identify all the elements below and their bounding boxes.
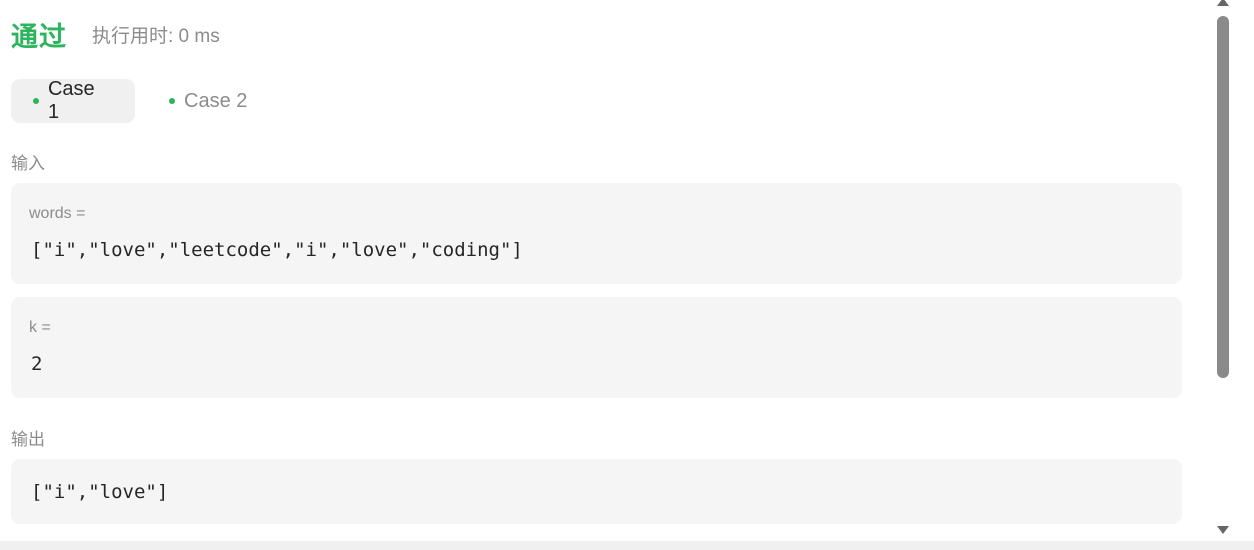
pass-dot-icon: [33, 98, 39, 104]
bottom-strip: [0, 541, 1254, 550]
param-box-words: words = ["i","love","leetcode","i","love…: [11, 183, 1182, 284]
runtime-text: 执行用时: 0 ms: [92, 25, 220, 47]
output-box: ["i","love"]: [11, 459, 1182, 524]
output-label: 输出: [11, 430, 45, 449]
scroll-up-arrow-icon[interactable]: [1215, 0, 1231, 8]
pass-dot-icon: [169, 98, 175, 104]
param-value[interactable]: ["i","love","leetcode","i","love","codin…: [31, 239, 523, 261]
result-panel: 通过 执行用时: 0 ms Case 1 Case 2 输入 words = […: [0, 0, 1212, 541]
param-value[interactable]: 2: [31, 353, 42, 375]
case-tabs: Case 1 Case 2: [11, 78, 283, 123]
case-tab-label: Case 2: [184, 89, 248, 112]
scrollbar-thumb[interactable]: [1217, 16, 1229, 378]
status-title: 通过: [11, 21, 67, 52]
param-box-k: k = 2: [11, 297, 1182, 398]
case-tab-2[interactable]: Case 2: [147, 79, 271, 123]
param-name: words =: [29, 205, 86, 222]
input-label: 输入: [11, 154, 45, 173]
scroll-down-arrow-icon[interactable]: [1215, 524, 1231, 536]
case-tab-label: Case 1: [47, 78, 95, 123]
output-value[interactable]: ["i","love"]: [31, 481, 168, 503]
status-row: 通过 执行用时: 0 ms: [11, 16, 220, 52]
case-tab-1[interactable]: Case 1: [11, 78, 135, 123]
param-name: k =: [29, 319, 51, 336]
